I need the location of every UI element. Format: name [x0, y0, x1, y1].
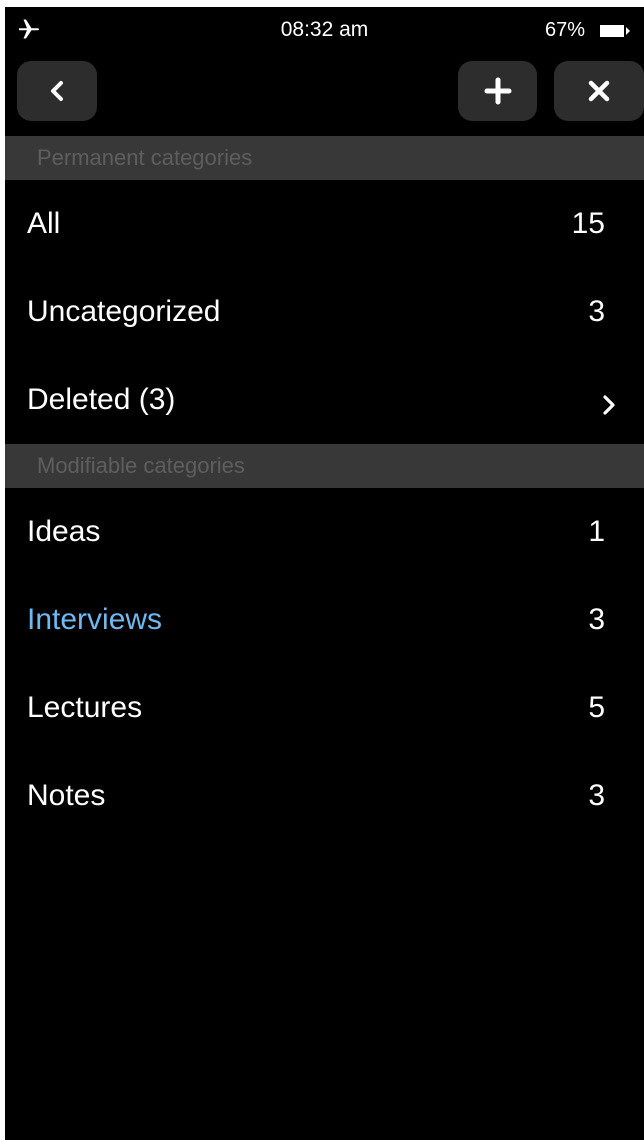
category-count: 3: [588, 295, 605, 328]
battery-icon: [600, 24, 630, 37]
chevron-right-icon: [602, 390, 616, 415]
battery-percent: 67%: [544, 19, 585, 41]
category-label: Uncategorized: [27, 295, 221, 328]
section-header-permanent: Permanent categories: [5, 136, 644, 180]
add-button[interactable]: [458, 61, 537, 121]
status-bar: 08:32 am 67%: [5, 7, 644, 51]
section-header-modifiable: Modifiable categories: [5, 444, 644, 488]
category-count: 5: [588, 691, 605, 724]
close-button[interactable]: [554, 61, 644, 121]
back-button[interactable]: [17, 61, 97, 121]
category-label: All: [27, 207, 61, 240]
category-row-uncategorized[interactable]: Uncategorized 3: [5, 268, 644, 356]
screen: 08:32 am 67% Permanent categories All 15…: [5, 7, 644, 1140]
nav-bar: [5, 51, 644, 135]
category-count: 3: [588, 603, 605, 636]
category-row-deleted[interactable]: Deleted (3): [5, 356, 644, 444]
category-row-interviews[interactable]: Interviews 3: [5, 576, 644, 664]
category-label: Lectures: [27, 691, 143, 724]
category-label: Deleted (3): [27, 383, 176, 416]
category-label: Ideas: [27, 515, 101, 548]
category-count: 15: [571, 207, 605, 240]
category-count: 3: [588, 779, 605, 812]
category-label: Notes: [27, 779, 106, 812]
category-row-lectures[interactable]: Lectures 5: [5, 664, 644, 752]
plus-icon: [484, 77, 512, 105]
close-icon: [587, 79, 611, 103]
category-row-ideas[interactable]: Ideas 1: [5, 488, 644, 576]
category-count: 1: [588, 515, 605, 548]
category-label: Interviews: [27, 603, 163, 636]
category-row-all[interactable]: All 15: [5, 180, 644, 268]
category-row-notes[interactable]: Notes 3: [5, 752, 644, 840]
chevron-left-icon: [49, 79, 65, 103]
